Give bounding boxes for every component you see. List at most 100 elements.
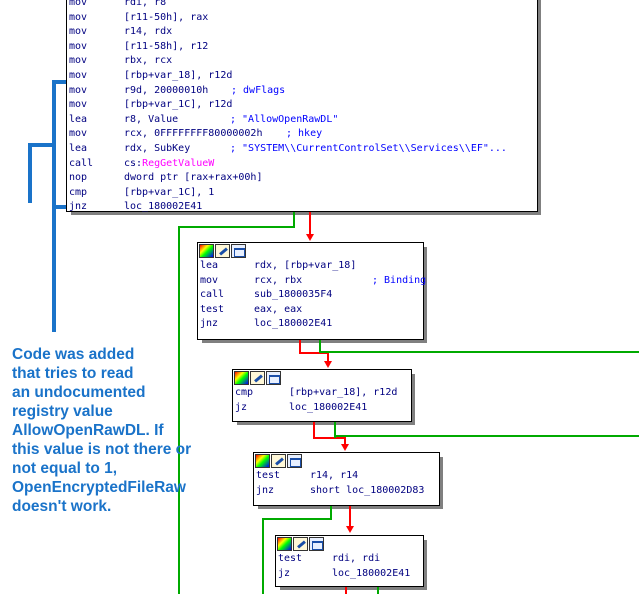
operands: loc_180002E41 bbox=[254, 317, 332, 332]
operand-text: [rbp+var_18], r12d bbox=[124, 69, 233, 81]
asm-line[interactable]: jz loc_180002E41 bbox=[276, 567, 423, 582]
asm-line[interactable]: call sub_1800035F4 bbox=[198, 288, 423, 303]
comment: ; dwFlags bbox=[231, 84, 286, 96]
code-lines: test rdi, rdi jz loc_180002E41 bbox=[276, 552, 423, 581]
asm-line[interactable]: cmp [rbp+var_18], r12d bbox=[233, 386, 411, 401]
mnemonic: test bbox=[278, 553, 303, 564]
mnemonic: mov bbox=[69, 0, 88, 8]
code-lines: mov rdi, r8 mov [r11-50h], rax mov r14, rdx mo… bbox=[67, 0, 537, 215]
operand-text: [r11-50h], rax bbox=[124, 11, 209, 23]
mnemonic: lea bbox=[200, 260, 219, 271]
operand-text: rbx, rcx bbox=[124, 55, 173, 67]
code-block-top[interactable]: mov rdi, r8 mov [r11-50h], rax mov r14, rdx mo… bbox=[66, 0, 541, 215]
operand-text: rdx, SubKey bbox=[124, 142, 191, 154]
annotation-line: registry value bbox=[12, 403, 113, 420]
color-palette-icon[interactable] bbox=[255, 454, 270, 468]
operand-text: cs: bbox=[124, 157, 143, 169]
code-block-3[interactable]: cmp [rbp+var_18], r12d jz loc_180002E41 bbox=[232, 369, 415, 425]
mnemonic: jnz bbox=[256, 484, 275, 496]
operand-text: [rbp+var_1C], r12d bbox=[124, 99, 233, 111]
asm-line[interactable]: cmp [rbp+var_1C], 1 bbox=[67, 186, 537, 201]
code-block-4[interactable]: test r14, r14 jnz short loc_180002D83 bbox=[253, 452, 443, 509]
asm-line[interactable]: mov [r11-58h], r12 bbox=[67, 40, 537, 55]
operand-text: eax, eax bbox=[254, 303, 303, 315]
edge-b5-false-1 bbox=[377, 586, 379, 594]
comment: ; "SYSTEM\\CurrentControlSet\\Services\\… bbox=[230, 142, 507, 154]
annotation-line: an undocumented bbox=[12, 384, 146, 401]
operands: [rbp+var_18], r12d bbox=[124, 69, 232, 84]
operands: r8, Value bbox=[124, 113, 178, 128]
operand-text: r14, rdx bbox=[124, 26, 173, 38]
asm-line[interactable]: mov rdi, r8 bbox=[67, 0, 537, 11]
edge-b2-false-2 bbox=[319, 351, 639, 353]
block-header bbox=[276, 536, 423, 552]
annotation-bracket-tick-v bbox=[28, 143, 32, 203]
color-palette-icon[interactable] bbox=[277, 537, 292, 551]
asm-line[interactable]: lea r8, Value ; "AllowOpenRawDL" bbox=[67, 113, 537, 128]
asm-line[interactable]: mov rcx, rbx ; Binding bbox=[198, 274, 426, 289]
rename-icon[interactable] bbox=[215, 244, 230, 258]
comment: ; hkey bbox=[286, 128, 323, 140]
code-lines: test r14, r14 jnz short loc_180002D83 bbox=[254, 469, 439, 498]
asm-line[interactable]: test eax, eax bbox=[198, 303, 423, 318]
asm-line[interactable]: mov rbx, rcx bbox=[67, 54, 537, 69]
asm-line[interactable]: jnz loc_180002E41 bbox=[67, 200, 537, 215]
edge-b4-true bbox=[349, 505, 351, 527]
rename-icon[interactable] bbox=[250, 371, 265, 385]
graph-view-icon[interactable] bbox=[231, 244, 246, 258]
asm-line[interactable]: mov [rbp+var_18], r12d bbox=[67, 69, 537, 84]
asm-line[interactable]: jnz short loc_180002D83 bbox=[254, 484, 439, 499]
mnemonic: call bbox=[200, 289, 225, 301]
annotation-line: AllowOpenRawDL. If bbox=[12, 422, 164, 439]
operands: rdx, SubKey bbox=[124, 142, 190, 157]
asm-line[interactable]: mov r9d, 20000010h ; dwFlags bbox=[67, 84, 537, 99]
mnemonic: call bbox=[69, 157, 94, 169]
graph-view-icon[interactable] bbox=[266, 371, 281, 385]
asm-line[interactable]: mov [r11-50h], rax bbox=[67, 11, 537, 26]
code-block-5[interactable]: test rdi, rdi jz loc_180002E41 bbox=[275, 535, 427, 590]
mnemonic: test bbox=[256, 470, 281, 481]
code-block-2[interactable]: lea rdx, [rbp+var_18] mov rcx, rbx ; Binding… bbox=[197, 242, 427, 343]
mnemonic: lea bbox=[69, 113, 88, 125]
mnemonic: mov bbox=[69, 11, 88, 23]
operand-text: r8, Value bbox=[124, 113, 179, 125]
operand-text: [rbp+var_18], r12d bbox=[289, 387, 398, 398]
operand-text: loc_180002E41 bbox=[332, 567, 411, 579]
asm-line[interactable]: mov rcx, 0FFFFFFFF80000002h ; hkey bbox=[67, 127, 537, 142]
mnemonic: cmp bbox=[69, 186, 88, 198]
asm-line[interactable]: lea rdx, SubKey ; "SYSTEM\\CurrentControlS… bbox=[67, 142, 537, 157]
operand-text: [r11-58h], r12 bbox=[124, 40, 209, 52]
mnemonic: test bbox=[200, 303, 225, 315]
edge-top-false-2 bbox=[178, 226, 295, 228]
operands: [rbp+var_1C], 1 bbox=[124, 186, 214, 201]
operand-text: loc_180002E41 bbox=[254, 318, 333, 330]
annotation-line: Code was added bbox=[12, 346, 135, 363]
color-palette-icon[interactable] bbox=[199, 244, 214, 258]
mnemonic: mov bbox=[69, 69, 88, 81]
operands: eax, eax bbox=[254, 303, 302, 318]
graph-view-icon[interactable] bbox=[287, 454, 302, 468]
operand-text: rcx, rbx bbox=[254, 274, 303, 286]
asm-line[interactable]: nop dword ptr [rax+rax+00h] bbox=[67, 171, 537, 186]
annotation-line: OpenEncryptedFileRaw bbox=[12, 479, 186, 496]
asm-line[interactable]: test rdi, rdi bbox=[276, 552, 423, 567]
asm-line[interactable]: test r14, r14 bbox=[254, 469, 439, 484]
mnemonic: mov bbox=[69, 26, 88, 38]
rename-icon[interactable] bbox=[271, 454, 286, 468]
mnemonic: mov bbox=[69, 55, 88, 67]
mnemonic: mov bbox=[69, 40, 88, 52]
asm-line[interactable]: lea rdx, [rbp+var_18] bbox=[198, 259, 423, 274]
graph-view-icon[interactable] bbox=[309, 537, 324, 551]
api-name[interactable]: RegGetValueW bbox=[142, 158, 214, 169]
asm-line[interactable]: call cs:RegGetValueW bbox=[67, 157, 537, 172]
asm-line[interactable]: jnz loc_180002E41 bbox=[198, 317, 423, 332]
mnemonic: mov bbox=[69, 99, 88, 111]
operands: [rbp+var_18], r12d bbox=[289, 386, 397, 401]
annotation-line: this value is not there or bbox=[12, 441, 192, 458]
asm-line[interactable]: mov [rbp+var_1C], r12d bbox=[67, 98, 537, 113]
rename-icon[interactable] bbox=[293, 537, 308, 551]
asm-line[interactable]: jz loc_180002E41 bbox=[233, 401, 411, 416]
asm-line[interactable]: mov r14, rdx bbox=[67, 25, 537, 40]
block-header bbox=[233, 370, 411, 386]
mnemonic: mov bbox=[69, 128, 88, 140]
